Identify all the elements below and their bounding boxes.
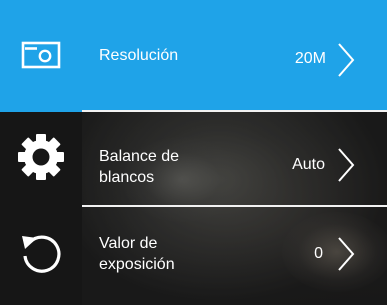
sidebar-item-settings[interactable]	[0, 112, 82, 207]
resolution-label: Resolución	[99, 47, 179, 64]
white-balance-label: Balance de blancos	[99, 146, 219, 188]
reset-icon	[18, 231, 64, 282]
white-balance-label-line-1: Balance de	[99, 148, 180, 165]
photo-mode-icon	[20, 36, 62, 77]
exposure-value: 0	[314, 245, 323, 262]
menu-row-white-balance[interactable]: Balance de blancos Auto	[82, 112, 387, 205]
white-balance-label-line-2: blancos	[99, 169, 155, 186]
white-balance-value: Auto	[292, 156, 325, 173]
sidebar-item-photo-mode[interactable]	[0, 0, 82, 112]
exposure-label-line-2: exposición	[99, 256, 175, 273]
chevron-right-icon	[338, 43, 355, 77]
resolution-value: 20M	[294, 50, 326, 67]
sidebar	[0, 0, 82, 305]
menu-row-resolution[interactable]: Resolución 20M	[82, 0, 387, 112]
exposure-label: Valor de exposición	[99, 233, 219, 275]
exposure-label-line-1: Valor de	[99, 235, 158, 252]
camera-settings-screen: Resolución 20M Balance de blancos Auto V…	[0, 0, 387, 305]
sidebar-item-reset[interactable]	[0, 207, 82, 305]
menu-row-exposure-value[interactable]: Valor de exposición 0	[82, 207, 387, 305]
gear-icon	[16, 132, 66, 187]
chevron-right-icon	[338, 237, 355, 271]
chevron-right-icon	[338, 148, 355, 182]
